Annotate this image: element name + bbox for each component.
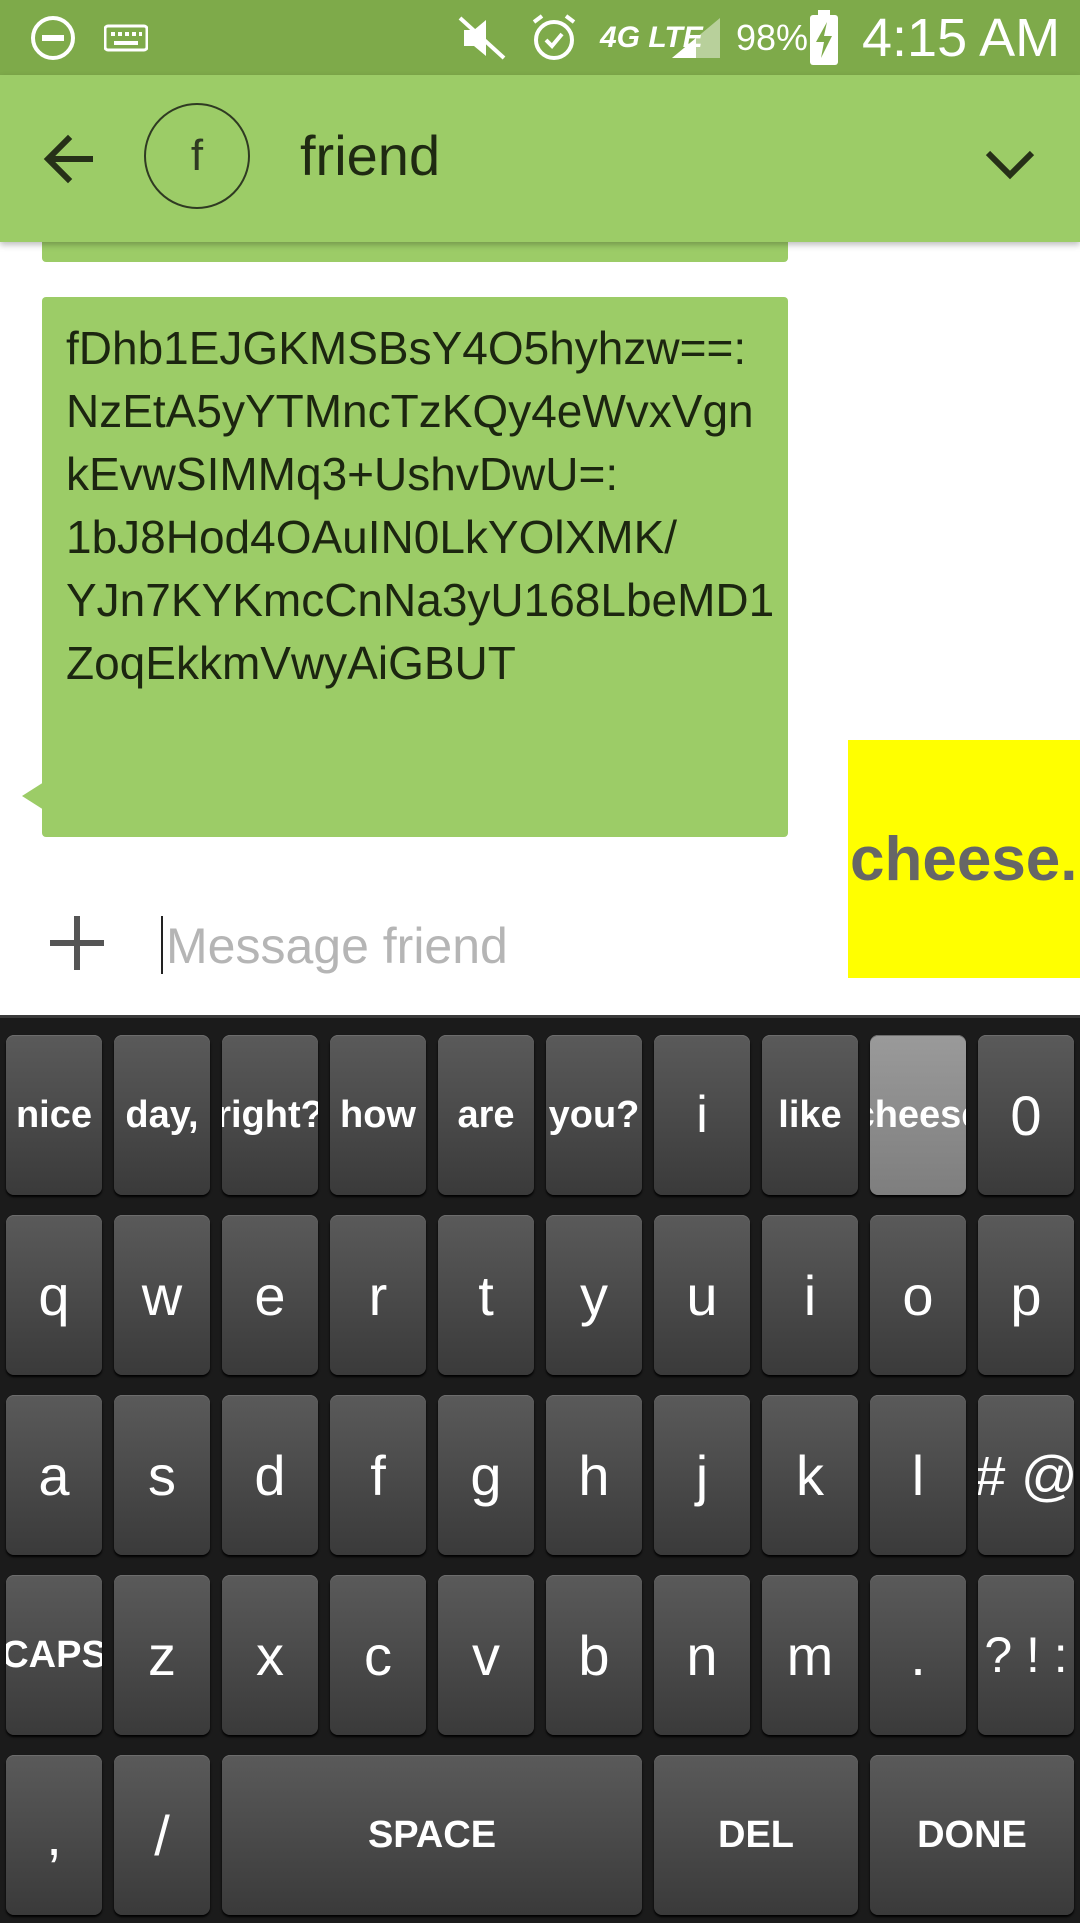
keyboard-icon xyxy=(104,0,148,75)
key-o[interactable]: o xyxy=(870,1215,966,1375)
key-cheese[interactable]: cheese xyxy=(870,1035,966,1195)
key-right[interactable]: right? xyxy=(222,1035,318,1195)
key-caps[interactable]: CAPS xyxy=(6,1575,102,1735)
signal-icon xyxy=(670,0,722,75)
key-punctuation[interactable]: ? ! : xyxy=(978,1575,1074,1735)
key-0[interactable]: 0 xyxy=(978,1035,1074,1195)
message-text: fDhb1EJGKMSBsY4O5hyhzw==:NzEtA5yYTMncTzK… xyxy=(66,322,775,689)
key-space[interactable]: SPACE xyxy=(222,1755,642,1915)
key-w[interactable]: w xyxy=(114,1215,210,1375)
key-a[interactable]: a xyxy=(6,1395,102,1555)
word-suggestion-text: cheese. xyxy=(850,824,1078,894)
key-day[interactable]: day, xyxy=(114,1035,210,1195)
key-d[interactable]: d xyxy=(222,1395,318,1555)
back-arrow-icon[interactable] xyxy=(38,127,102,191)
key-comma[interactable]: , xyxy=(6,1755,102,1915)
key-m[interactable]: m xyxy=(762,1575,858,1735)
key-s[interactable]: s xyxy=(114,1395,210,1555)
text-cursor xyxy=(161,916,163,974)
key-p[interactable]: p xyxy=(978,1215,1074,1375)
mute-icon xyxy=(456,0,508,75)
key-y[interactable]: y xyxy=(546,1215,642,1375)
key-are[interactable]: are xyxy=(438,1035,534,1195)
key-like[interactable]: like xyxy=(762,1035,858,1195)
do-not-disturb-icon xyxy=(30,0,76,75)
chevron-down-icon[interactable] xyxy=(982,135,1038,191)
key-period[interactable]: . xyxy=(870,1575,966,1735)
key-f[interactable]: f xyxy=(330,1395,426,1555)
add-attachment-icon[interactable] xyxy=(46,912,108,974)
key-x[interactable]: x xyxy=(222,1575,318,1735)
alarm-icon xyxy=(528,0,580,75)
key-e[interactable]: e xyxy=(222,1215,318,1375)
avatar[interactable]: f xyxy=(144,103,250,209)
key-delete[interactable]: DEL xyxy=(654,1755,858,1915)
status-bar: 4G LTE 98% 4:15 AM xyxy=(0,0,1080,75)
key-n[interactable]: n xyxy=(654,1575,750,1735)
contact-name[interactable]: friend xyxy=(300,123,440,188)
word-suggestion-tile[interactable]: cheese. xyxy=(848,740,1080,978)
key-t[interactable]: t xyxy=(438,1215,534,1375)
conversation-header: f friend xyxy=(0,75,1080,242)
message-bubble[interactable]: fDhb1EJGKMSBsY4O5hyhzw==:NzEtA5yYTMncTzK… xyxy=(42,297,788,837)
on-screen-keyboard: nice day, right? how are you? i like che… xyxy=(0,1015,1080,1923)
key-r[interactable]: r xyxy=(330,1215,426,1375)
key-z[interactable]: z xyxy=(114,1575,210,1735)
key-g[interactable]: g xyxy=(438,1395,534,1555)
message-bubble-previous[interactable] xyxy=(42,242,788,262)
message-input[interactable] xyxy=(164,910,808,982)
key-i-word[interactable]: i xyxy=(654,1035,750,1195)
key-b[interactable]: b xyxy=(546,1575,642,1735)
key-k[interactable]: k xyxy=(762,1395,858,1555)
key-you[interactable]: you? xyxy=(546,1035,642,1195)
key-q[interactable]: q xyxy=(6,1215,102,1375)
key-v[interactable]: v xyxy=(438,1575,534,1735)
clock: 4:15 AM xyxy=(862,7,1061,68)
key-done[interactable]: DONE xyxy=(870,1755,1074,1915)
key-how[interactable]: how xyxy=(330,1035,426,1195)
key-nice[interactable]: nice xyxy=(6,1035,102,1195)
key-symbols-hash-at[interactable]: # @ xyxy=(978,1395,1074,1555)
key-i[interactable]: i xyxy=(762,1215,858,1375)
battery-percentage: 98% xyxy=(736,16,809,58)
battery-charging-icon xyxy=(808,0,840,75)
bubble-tail xyxy=(22,782,44,810)
key-slash[interactable]: / xyxy=(114,1755,210,1915)
key-j[interactable]: j xyxy=(654,1395,750,1555)
key-h[interactable]: h xyxy=(546,1395,642,1555)
key-u[interactable]: u xyxy=(654,1215,750,1375)
key-l[interactable]: l xyxy=(870,1395,966,1555)
key-c[interactable]: c xyxy=(330,1575,426,1735)
